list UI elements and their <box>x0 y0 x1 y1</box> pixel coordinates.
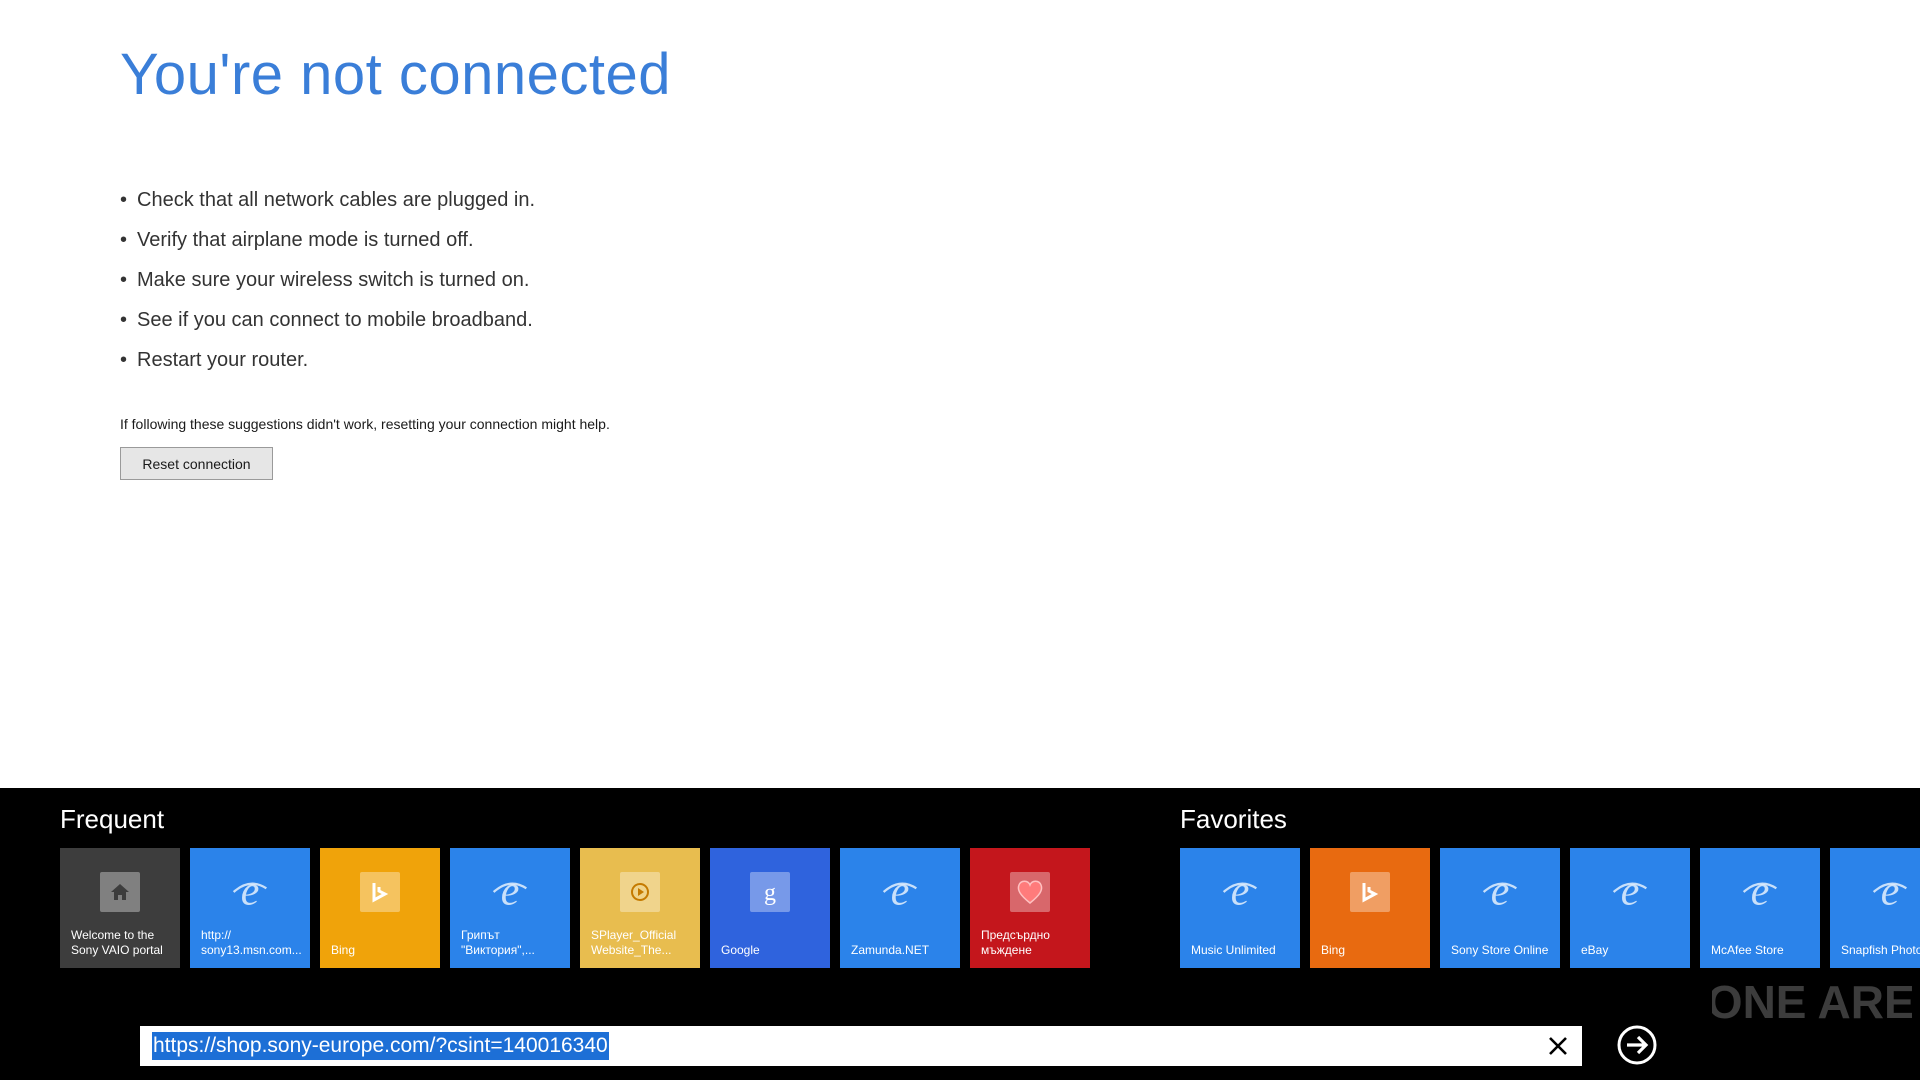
ie-icon: e <box>1220 870 1260 914</box>
svg-text:e: e <box>1621 870 1640 914</box>
tile-label: Music Unlimited <box>1191 943 1276 957</box>
svg-text:e: e <box>1231 870 1250 914</box>
favorites-tile[interactable]: e Snapfish Photo <box>1830 848 1920 968</box>
address-bar[interactable]: https://shop.sony-europe.com/?csint=1400… <box>140 1026 1582 1066</box>
close-icon[interactable] <box>1546 1034 1570 1058</box>
tips-list: Check that all network cables are plugge… <box>120 180 1320 380</box>
tile-label: SPlayer_Official Website_The... <box>591 928 677 957</box>
ie-icon: e <box>1610 870 1650 914</box>
favorites-tile[interactable]: e McAfee Store <box>1700 848 1820 968</box>
watermark-text: PHONE ARENA <box>1712 976 1912 1028</box>
ie-icon: e <box>1870 870 1910 914</box>
tile-label: McAfee Store <box>1711 943 1784 957</box>
heart-icon <box>1010 872 1050 912</box>
frequent-tile[interactable]: Предсърдно мъждене <box>970 848 1090 968</box>
tile-label: Zamunda.NET <box>851 943 930 957</box>
reset-hint: If following these suggestions didn't wo… <box>120 416 610 432</box>
page-title: You're not connected <box>120 42 672 107</box>
ie-icon: e <box>490 870 530 914</box>
tip-item: Make sure your wireless switch is turned… <box>120 260 1320 300</box>
tile-label: Предсърдно мъждене <box>981 928 1050 957</box>
tile-label: Google <box>721 943 760 957</box>
svg-text:e: e <box>241 870 260 914</box>
ie-icon: e <box>1740 870 1780 914</box>
frequent-title: Frequent <box>60 804 165 834</box>
tile-label: Sony Store Online <box>1451 943 1549 957</box>
frequent-tile[interactable]: e http:// sony13.msn.com... <box>190 848 310 968</box>
ie-icon: e <box>230 870 270 914</box>
frequent-tile[interactable]: Bing <box>320 848 440 968</box>
frequent-tiles: Welcome to the Sony VAIO portal e http:// … <box>60 848 1090 968</box>
favorites-title: Favorites <box>1180 804 1287 834</box>
favorites-tiles: e Music Unlimited Bing e Sony Store Online e e… <box>1180 848 1920 968</box>
frequent-tile[interactable]: e Zamunda.NET <box>840 848 960 968</box>
tile-label: Bing <box>331 943 356 957</box>
favorites-tile[interactable]: e Music Unlimited <box>1180 848 1300 968</box>
bing-icon <box>360 872 400 912</box>
ie-icon: e <box>880 870 920 914</box>
svg-text:g: g <box>764 880 776 905</box>
tip-item: Verify that airplane mode is turned off. <box>120 220 1320 260</box>
reset-connection-button[interactable]: Reset connection <box>120 447 273 480</box>
favorites-tile[interactable]: e Sony Store Online <box>1440 848 1560 968</box>
bing-icon <box>1350 872 1390 912</box>
go-arrow-icon[interactable] <box>1616 1024 1658 1066</box>
tip-item: Check that all network cables are plugge… <box>120 180 1320 220</box>
tile-label: Snapfish Photo <box>1841 943 1920 957</box>
favorites-tile[interactable]: e eBay <box>1570 848 1690 968</box>
frequent-tile[interactable]: Welcome to the Sony VAIO portal <box>60 848 180 968</box>
svg-text:e: e <box>1491 870 1510 914</box>
ie-icon: e <box>1480 870 1520 914</box>
error-panel: You're not connected Check that all netw… <box>120 40 1320 480</box>
svg-text:e: e <box>1881 870 1900 914</box>
frequent-tile[interactable]: SPlayer_Official Website_The... <box>580 848 700 968</box>
tile-label: eBay <box>1581 943 1609 957</box>
tile-label: http:// sony13.msn.com... <box>201 928 302 957</box>
svg-text:e: e <box>501 870 520 914</box>
app-bar: Frequent Favorites Welcome to the Sony V… <box>0 788 1920 1080</box>
tile-label: Welcome to the Sony VAIO portal <box>71 928 163 957</box>
tile-label: Грипът "Виктория",... <box>461 928 535 957</box>
frequent-tile[interactable]: g Google <box>710 848 830 968</box>
favorites-tile[interactable]: Bing <box>1310 848 1430 968</box>
tip-item: Restart your router. <box>120 340 1320 380</box>
tip-item: See if you can connect to mobile broadba… <box>120 300 1320 340</box>
watermark-logo: PHONE ARENA <box>1712 976 1912 1028</box>
tile-label: Bing <box>1321 943 1346 957</box>
frequent-tile[interactable]: e Грипът "Виктория",... <box>450 848 570 968</box>
url-input[interactable]: https://shop.sony-europe.com/?csint=1400… <box>152 1032 609 1060</box>
google-icon: g <box>750 872 790 912</box>
svg-text:e: e <box>891 870 910 914</box>
home-icon <box>100 872 140 912</box>
svg-text:e: e <box>1751 870 1770 914</box>
splayer-icon <box>620 872 660 912</box>
